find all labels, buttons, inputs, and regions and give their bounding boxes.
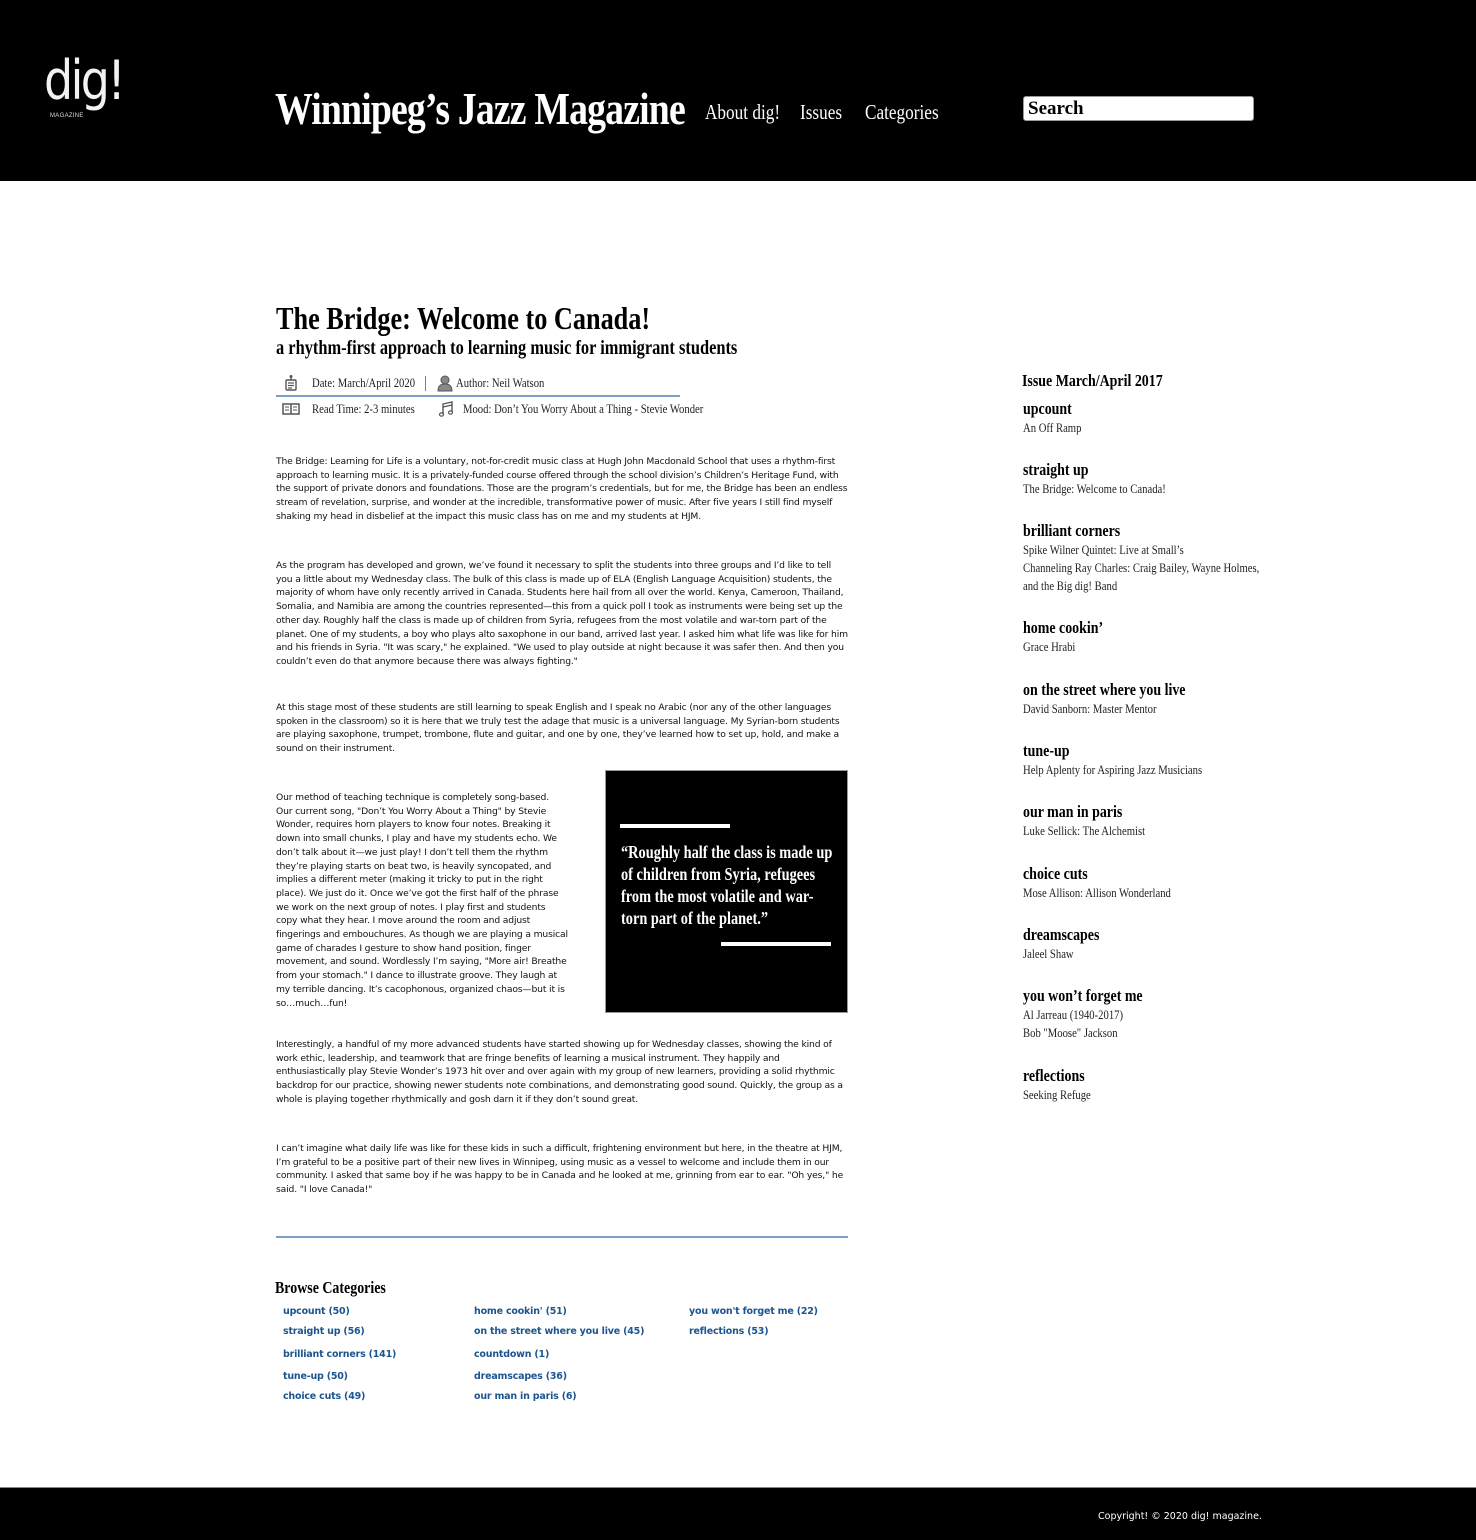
meta-separator <box>425 375 426 391</box>
sidebar-section-heading[interactable]: upcount <box>1023 399 1220 419</box>
sidebar-section-heading[interactable]: home cookin’ <box>1023 618 1220 638</box>
search-input[interactable] <box>1023 96 1254 121</box>
sidebar-section: reflections Seeking Refuge <box>1023 1066 1263 1104</box>
logo-subtext: MAGAZINE <box>50 113 84 119</box>
sidebar-article-link[interactable]: An Off Ramp <box>1023 419 1220 437</box>
date-icon <box>282 374 300 392</box>
sidebar-article-link[interactable]: Channeling Ray Charles: Craig Bailey, Wa… <box>1023 559 1259 577</box>
sidebar-section: home cookin’ Grace Hrabi <box>1023 618 1263 656</box>
article-meta-row-2: Read Time: 2-3 minutes Mood: Don’t You W… <box>276 397 703 421</box>
author-icon <box>436 374 454 392</box>
sidebar-section-heading[interactable]: tune-up <box>1023 741 1220 761</box>
book-icon <box>282 400 300 418</box>
article-paragraph: I can’t imagine what daily life was like… <box>276 1143 844 1196</box>
category-link[interactable]: countdown (1) <box>474 1349 549 1360</box>
sidebar-section-heading[interactable]: our man in paris <box>1023 802 1220 822</box>
sidebar-section-heading[interactable]: reflections <box>1023 1066 1220 1086</box>
sidebar-section: on the street where you live David Sanbo… <box>1023 680 1263 718</box>
sidebar-article-link[interactable]: Spike Wilner Quintet: Live at Small’s <box>1023 541 1220 559</box>
sidebar-section-heading[interactable]: straight up <box>1023 460 1220 480</box>
sidebar-article-link[interactable]: Mose Allison: Allison Wonderland <box>1023 884 1220 902</box>
sidebar-article-link[interactable]: David Sanborn: Master Mentor <box>1023 700 1220 718</box>
article-title: The Bridge: Welcome to Canada! <box>276 300 651 336</box>
sidebar-section: you won’t forget me Al Jarreau (1940-201… <box>1023 986 1263 1042</box>
sidebar-section: straight up The Bridge: Welcome to Canad… <box>1023 460 1263 498</box>
sidebar-article-link[interactable]: The Bridge: Welcome to Canada! <box>1023 480 1220 498</box>
category-link[interactable]: upcount (50) <box>283 1306 350 1317</box>
category-link[interactable]: tune-up (50) <box>283 1371 348 1382</box>
article-date: Date: March/April 2020 <box>312 375 416 390</box>
category-link[interactable]: straight up (56) <box>283 1326 365 1337</box>
logo-text: dig! <box>44 49 126 112</box>
sidebar-section: tune-up Help Aplenty for Aspiring Jazz M… <box>1023 741 1263 779</box>
sidebar-section: dreamscapes Jaleel Shaw <box>1023 925 1263 963</box>
site-footer: Copyright! © 2020 dig! magazine. <box>0 1487 1476 1540</box>
browse-categories-title: Browse Categories <box>275 1278 386 1297</box>
sidebar-section: choice cuts Mose Allison: Allison Wonder… <box>1023 864 1263 902</box>
pull-quote: “Roughly half the class is made up of ch… <box>605 770 848 1013</box>
sidebar-article-link[interactable]: Grace Hrabi <box>1023 638 1220 656</box>
article-subtitle: a rhythm-first approach to learning musi… <box>276 337 738 359</box>
article-read-time: Read Time: 2-3 minutes <box>312 401 415 416</box>
category-link[interactable]: dreamscapes (36) <box>474 1371 567 1382</box>
article-paragraph: Interestingly, a handful of my more adva… <box>276 1039 843 1105</box>
sidebar-article-link[interactable]: Luke Sellick: The Alchemist <box>1023 822 1220 840</box>
nav-categories[interactable]: Categories <box>865 100 939 125</box>
article-divider <box>276 1236 848 1238</box>
article-author[interactable]: Author: Neil Watson <box>456 375 544 391</box>
nav-about[interactable]: About dig! <box>705 100 780 125</box>
site-title[interactable]: Winnipeg’s Jazz Magazine <box>275 82 686 135</box>
sidebar-section-heading[interactable]: on the street where you live <box>1023 680 1220 700</box>
sidebar-section-heading[interactable]: brilliant corners <box>1023 521 1220 541</box>
category-link[interactable]: home cookin' (51) <box>474 1306 567 1317</box>
sidebar-section: upcount An Off Ramp <box>1023 399 1263 437</box>
site-header: dig! MAGAZINE Winnipeg’s Jazz Magazine A… <box>0 0 1476 181</box>
nav-issues[interactable]: Issues <box>800 100 842 125</box>
article-paragraph: At this stage most of these students are… <box>276 702 840 755</box>
category-link[interactable]: brilliant corners (141) <box>283 1349 396 1360</box>
sidebar-article-link[interactable]: Seeking Refuge <box>1023 1086 1220 1104</box>
category-link[interactable]: on the street where you live (45) <box>474 1326 644 1337</box>
sidebar-article-link[interactable]: Jaleel Shaw <box>1023 945 1220 963</box>
sidebar-article-link[interactable]: Al Jarreau (1940-2017) <box>1023 1006 1220 1024</box>
sidebar-issue-title[interactable]: Issue March/April 2017 <box>1022 371 1163 391</box>
sidebar-article-link[interactable]: Bob "Moose" Jackson <box>1023 1024 1220 1042</box>
category-link[interactable]: our man in paris (6) <box>474 1391 577 1402</box>
category-link[interactable]: reflections (53) <box>689 1326 769 1337</box>
sidebar-article-link[interactable]: Help Aplenty for Aspiring Jazz Musicians <box>1023 761 1220 779</box>
pull-quote-rule-top <box>620 824 730 828</box>
sidebar-article-link[interactable]: and the Big dig! Band <box>1023 577 1220 595</box>
sidebar-section: brilliant corners Spike Wilner Quintet: … <box>1023 521 1263 595</box>
category-link[interactable]: you won't forget me (22) <box>689 1306 818 1317</box>
sidebar-section-heading[interactable]: you won’t forget me <box>1023 986 1220 1006</box>
article-meta-row-1: Date: March/April 2020 Author: Neil Wats… <box>276 371 680 397</box>
article-paragraph: Our method of teaching technique is comp… <box>276 792 568 1009</box>
pull-quote-rule-bottom <box>721 942 831 946</box>
sidebar-section-heading[interactable]: dreamscapes <box>1023 925 1220 945</box>
article-paragraph: As the program has developed and grown, … <box>276 560 848 667</box>
copyright-text: Copyright! © 2020 dig! magazine. <box>1098 1511 1262 1522</box>
sidebar-section-heading[interactable]: choice cuts <box>1023 864 1220 884</box>
category-link[interactable]: choice cuts (49) <box>283 1391 365 1402</box>
dig-logo[interactable]: dig! MAGAZINE <box>44 49 144 127</box>
pull-quote-text: “Roughly half the class is made up of ch… <box>621 842 833 928</box>
article-mood: Mood: Don’t You Worry About a Thing - St… <box>463 401 704 416</box>
music-note-icon <box>437 400 455 418</box>
sidebar-section: our man in paris Luke Sellick: The Alche… <box>1023 802 1263 840</box>
article-paragraph: The Bridge: Learning for Life is a volun… <box>276 456 848 522</box>
